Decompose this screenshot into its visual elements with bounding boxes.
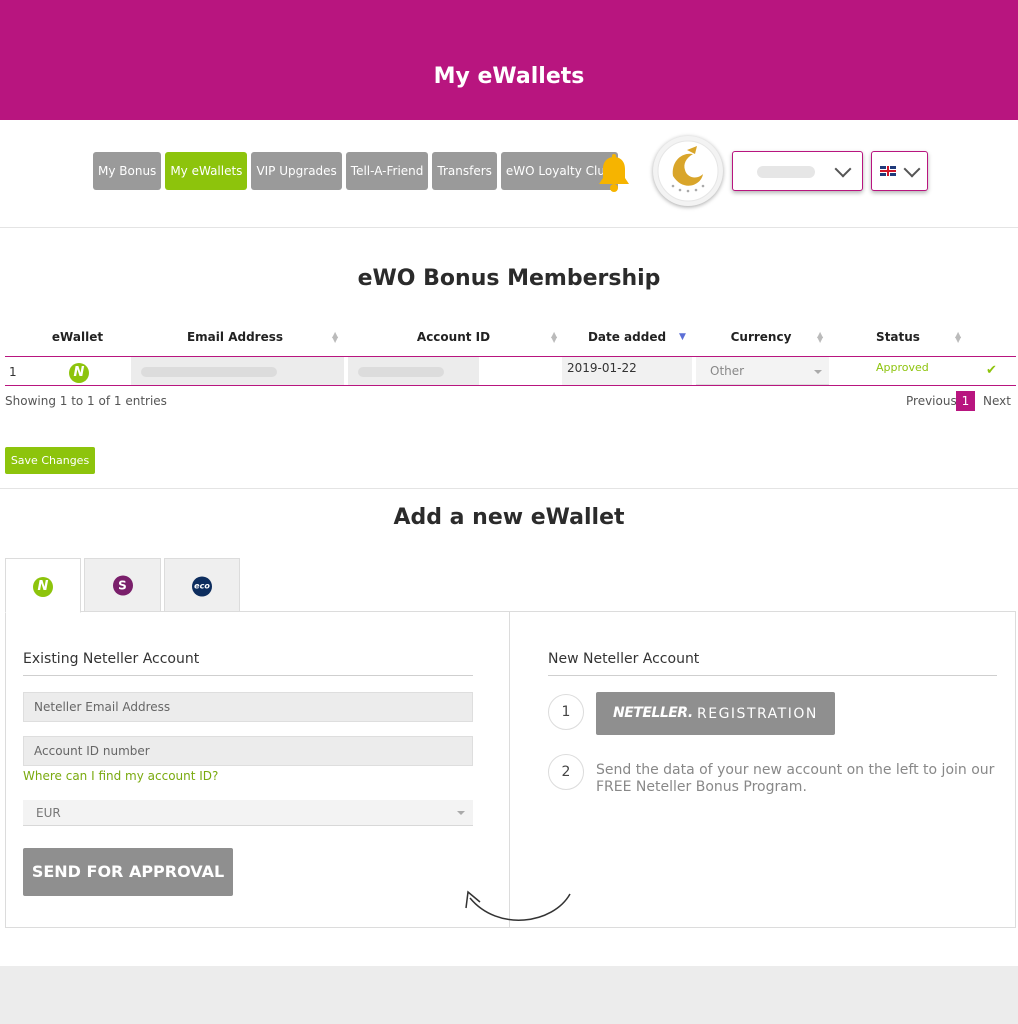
- tab-neteller[interactable]: N: [5, 558, 81, 613]
- nav-vip-upgrades[interactable]: VIP Upgrades: [251, 152, 342, 190]
- col-ewallet[interactable]: eWallet: [40, 330, 115, 344]
- col-currency[interactable]: Currency: [722, 330, 800, 344]
- currency-select[interactable]: EUR: [23, 800, 473, 826]
- page-footer: [0, 966, 1018, 1024]
- page-header: My eWallets: [0, 0, 1018, 120]
- nav-my-bonus[interactable]: My Bonus: [93, 152, 162, 190]
- nav-transfers[interactable]: Transfers: [432, 152, 497, 190]
- currency-value: EUR: [36, 806, 61, 820]
- ewo-bonus-logo: [653, 136, 723, 206]
- col-account-id[interactable]: Account ID: [400, 330, 507, 344]
- pagination-page-1[interactable]: 1: [956, 391, 975, 411]
- account-id-help-link[interactable]: Where can I find my account ID?: [23, 769, 218, 783]
- send-for-approval-button[interactable]: SEND FOR APPROVAL: [23, 848, 233, 896]
- account-name-redacted: [757, 166, 815, 178]
- account-id-field[interactable]: Account ID number: [23, 736, 473, 766]
- col-status[interactable]: Status: [862, 330, 934, 344]
- col-date-added[interactable]: Date added: [582, 330, 672, 344]
- sort-icon[interactable]: ▲ ▼: [955, 331, 961, 344]
- main-nav: My Bonus My eWallets VIP Upgrades Tell-A…: [93, 152, 618, 190]
- col-email[interactable]: Email Address: [165, 330, 305, 344]
- existing-account-title: Existing Neteller Account: [23, 651, 200, 667]
- account-dropdown[interactable]: [732, 151, 863, 191]
- step-1-badge: 1: [548, 694, 584, 730]
- panel-divider: [509, 611, 510, 928]
- add-wallet-title: Add a new eWallet: [393, 505, 625, 530]
- currency-select[interactable]: Other: [696, 357, 829, 385]
- step-2-badge: 2: [548, 754, 584, 790]
- pagination-previous[interactable]: Previous: [906, 394, 957, 408]
- registration-label: REGISTRATION: [697, 706, 818, 722]
- nav-my-ewallets[interactable]: My eWallets: [165, 152, 248, 190]
- date-added-cell: 2019-01-22: [562, 357, 692, 385]
- email-cell-redacted: [131, 357, 344, 385]
- ecopayz-icon: eco: [192, 574, 212, 597]
- save-changes-button[interactable]: Save Changes: [5, 447, 95, 474]
- curved-arrow-icon: [465, 890, 571, 921]
- status-text: Approved: [876, 361, 929, 374]
- tab-ecopayz[interactable]: eco: [164, 558, 240, 612]
- notification-bell-icon[interactable]: [596, 154, 632, 194]
- neteller-icon: N: [33, 575, 53, 597]
- new-account-title: New Neteller Account: [548, 651, 700, 667]
- check-icon: ✔: [986, 363, 997, 378]
- section-underline: [23, 675, 473, 676]
- chevron-down-icon: [903, 160, 921, 178]
- account-id-cell-redacted: [348, 357, 479, 385]
- sort-icon[interactable]: ▲ ▼: [332, 331, 338, 344]
- uk-flag-icon: [880, 166, 896, 176]
- neteller-registration-button[interactable]: NETELLER. REGISTRATION: [596, 692, 835, 735]
- sort-icon[interactable]: ▲ ▼: [551, 331, 557, 344]
- table-row: 1 N 2019-01-22 Other Approved ✔: [5, 356, 1016, 386]
- divider: [0, 488, 1018, 489]
- pagination-next[interactable]: Next: [983, 394, 1011, 408]
- neteller-icon: N: [69, 361, 89, 383]
- caret-down-icon: [814, 370, 822, 374]
- section-underline: [548, 675, 997, 676]
- neteller-email-field[interactable]: Neteller Email Address: [23, 692, 473, 722]
- neteller-wordmark: NETELLER.: [613, 705, 693, 721]
- nav-tell-a-friend[interactable]: Tell-A-Friend: [345, 152, 429, 190]
- chevron-down-icon: [834, 160, 852, 178]
- tab-skrill[interactable]: S: [84, 558, 161, 612]
- language-dropdown[interactable]: [871, 151, 928, 191]
- sort-icon[interactable]: ▲ ▼: [817, 331, 823, 344]
- row-index: 1: [9, 365, 17, 379]
- divider: [0, 227, 1018, 228]
- page-title: My eWallets: [433, 64, 585, 89]
- caret-down-icon: [457, 811, 465, 815]
- membership-title: eWO Bonus Membership: [357, 266, 661, 291]
- skrill-icon: S: [112, 575, 133, 596]
- entries-info: Showing 1 to 1 of 1 entries: [5, 394, 167, 408]
- step-2-text: Send the data of your new account on the…: [596, 762, 995, 795]
- sort-desc-icon[interactable]: ▼: [679, 333, 686, 342]
